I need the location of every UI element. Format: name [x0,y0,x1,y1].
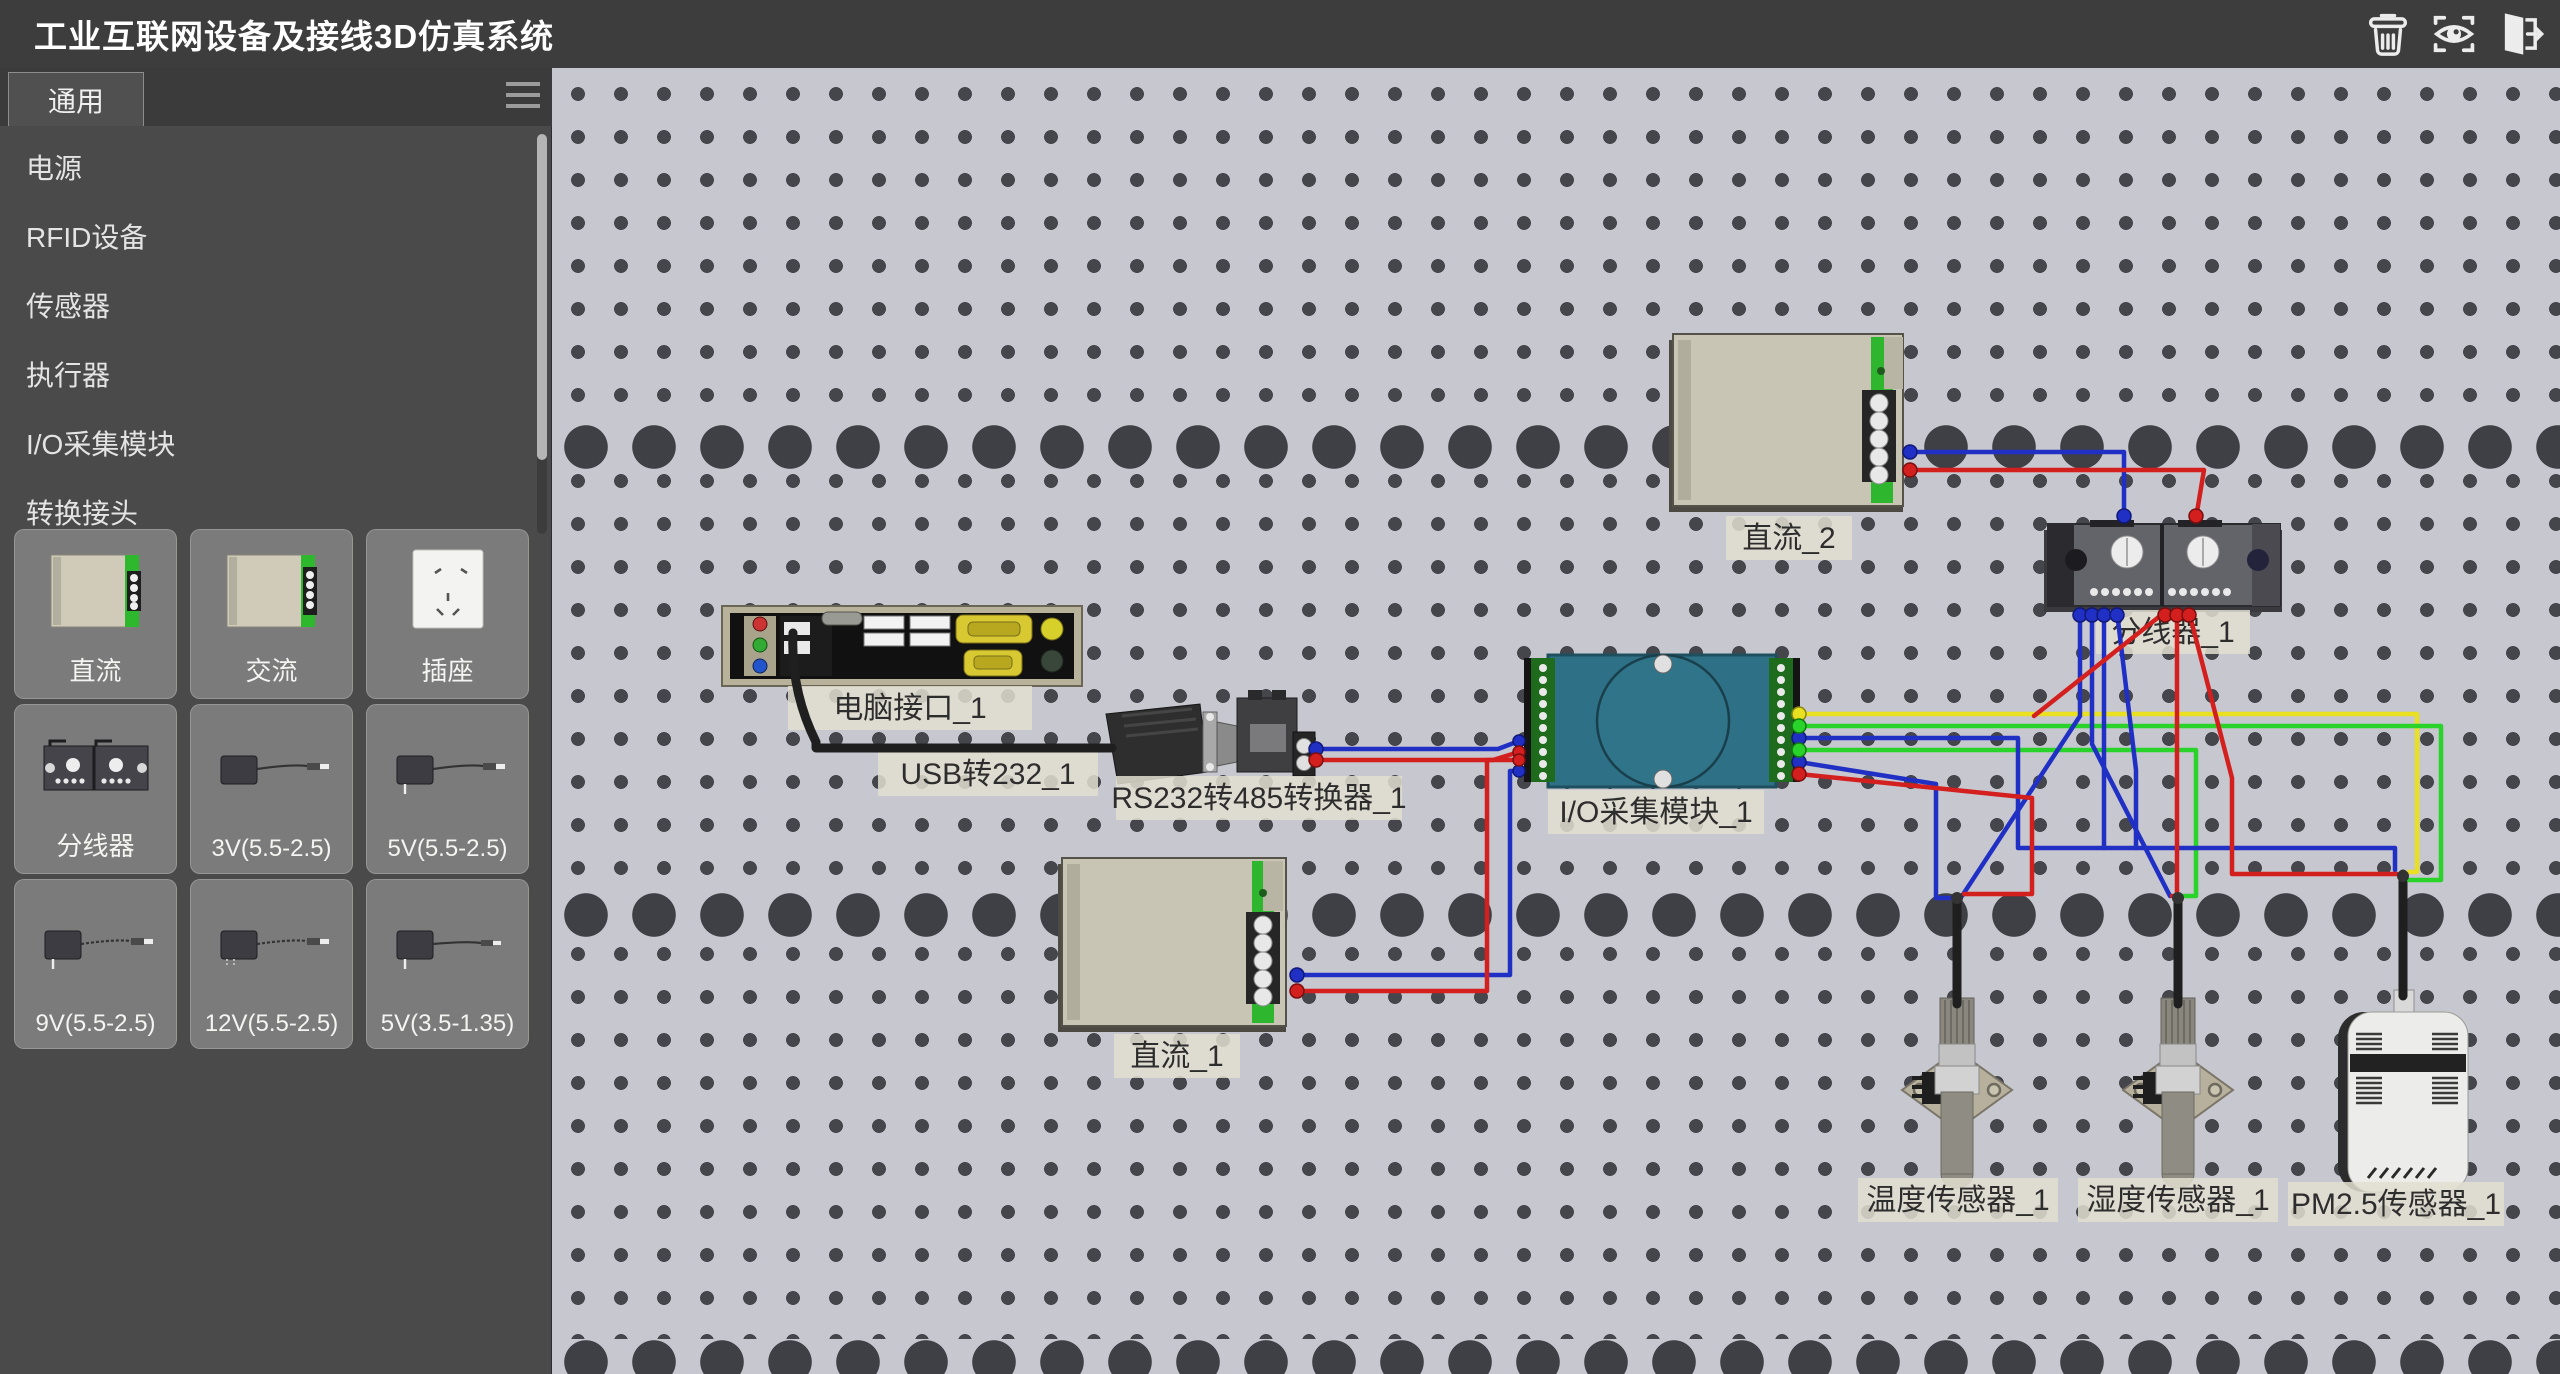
category-power[interactable]: 电源 [0,134,552,203]
delete-button[interactable] [2362,8,2414,60]
canvas-3d-viewport[interactable]: 电脑接口_1 USB转232_1 RS232转485转换器_1 I/O采集模块_… [552,68,2560,1374]
power-adapter-icon [191,705,352,835]
category-sensor[interactable]: 传感器 [0,272,552,341]
palette-item-3v[interactable]: 3V(5.5-2.5) [190,704,353,874]
dc-psu-icon [15,530,176,651]
device-humidity-sensor-1[interactable] [2123,998,2233,1188]
power-adapter-icon [367,705,528,835]
palette-item-5v-135[interactable]: 5V(3.5-1.35) [366,879,529,1049]
palette-item-9v[interactable]: 9V(5.5-2.5) [14,879,177,1049]
device-dc-power-2[interactable] [1669,334,1903,512]
device-label: 电脑接口_1 [833,692,986,725]
splitter-icon [15,705,176,826]
wire-red[interactable] [2172,612,2177,896]
power-adapter-icon [15,880,176,1010]
device-temperature-sensor-1[interactable] [1902,998,2012,1188]
device-label: RS232转485转换器_1 [1111,782,1406,815]
palette-item-dc[interactable]: 直流 [14,529,177,699]
app-title: 工业互联网设备及接线3D仿真系统 [34,10,554,58]
device-label: 直流_1 [1130,1040,1223,1073]
palette-item-splitter[interactable]: 分线器 [14,704,177,874]
device-pm25-sensor-1[interactable] [2338,990,2468,1192]
device-label: 湿度传感器_1 [2086,1184,2269,1217]
wire-red[interactable] [1910,470,2204,518]
device-computer-port-1[interactable] [722,606,1082,686]
device-io-module-1[interactable] [1524,655,1800,788]
socket-icon [367,530,528,651]
exit-button[interactable] [2494,8,2546,60]
sidebar-scrollbar-thumb[interactable] [537,134,547,460]
palette-item-5v[interactable]: 5V(5.5-2.5) [366,704,529,874]
trash-icon [2362,8,2414,60]
eye-scan-icon [2428,8,2480,60]
category-io-module[interactable]: I/O采集模块 [0,410,552,479]
device-usb-to-232-1[interactable] [1106,704,1237,784]
sidebar-tab-bar: 通用 [0,68,552,126]
device-palette: 直流 交流 [14,529,540,1054]
menu-icon[interactable] [506,82,540,112]
view-reset-button[interactable] [2428,8,2480,60]
device-label: PM2.5传感器_1 [2291,1188,2501,1221]
wire-red[interactable] [1316,752,1519,760]
palette-item-socket[interactable]: 插座 [366,529,529,699]
top-bar: 工业互联网设备及接线3D仿真系统 [0,0,2560,68]
sidebar: 通用 电源 RFID设备 传感器 执行器 I/O采集模块 转换接头 [0,68,552,1374]
power-adapter-icon [367,880,528,1010]
palette-item-12v[interactable]: 12V(5.5-2.5) [190,879,353,1049]
device-dc-power-1[interactable] [1058,858,1286,1032]
ac-psu-icon [191,530,352,651]
wire-red[interactable] [1799,774,2032,894]
wire-blue[interactable] [1910,452,2124,518]
tab-general[interactable]: 通用 [8,72,144,126]
exit-door-icon [2494,8,2546,60]
device-label: USB转232_1 [900,758,1075,791]
device-label: 直流_2 [1742,522,1835,555]
scene: 电脑接口_1 USB转232_1 RS232转485转换器_1 I/O采集模块_… [552,68,2560,1374]
device-splitter-1[interactable] [2044,520,2282,612]
device-label: 温度传感器_1 [1866,1184,2049,1217]
palette-item-ac[interactable]: 交流 [190,529,353,699]
wire-blue[interactable] [1962,612,2080,896]
device-label: I/O采集模块_1 [1559,796,1752,829]
category-actuator[interactable]: 执行器 [0,341,552,410]
category-rfid[interactable]: RFID设备 [0,203,552,272]
wire-blue[interactable] [1316,741,1519,749]
power-adapter-icon [191,880,352,1010]
device-rs232-to-485-converter-1[interactable] [1237,690,1315,776]
